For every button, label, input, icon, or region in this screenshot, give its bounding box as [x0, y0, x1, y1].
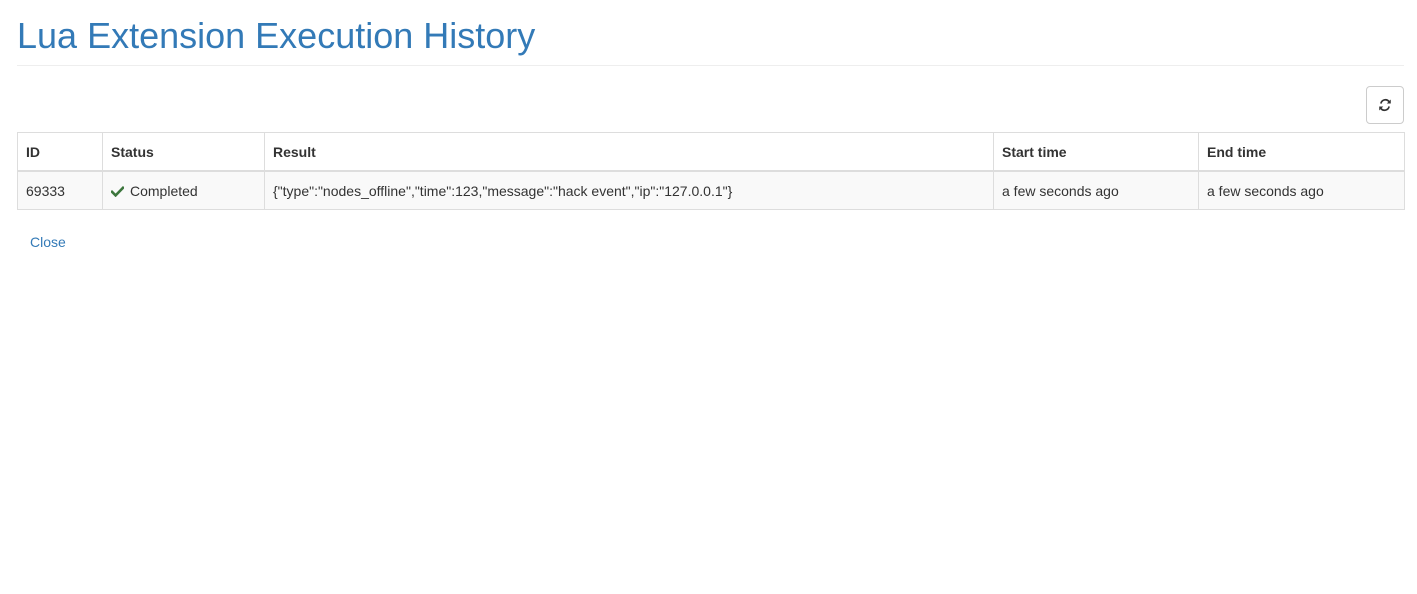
column-header-end-time: End time — [1198, 132, 1405, 172]
column-header-result: Result — [264, 132, 994, 172]
cell-result: {"type":"nodes_offline","time":123,"mess… — [264, 170, 994, 210]
cell-status: Completed — [102, 170, 265, 210]
column-header-start-time: Start time — [993, 132, 1199, 172]
table-row: 69333 Completed {"type":"nodes_offline",… — [17, 170, 1405, 210]
page-header: Lua Extension Execution History — [17, 0, 1404, 66]
execution-history-table: ID Status Result Start time End time 693… — [17, 132, 1405, 210]
cell-end-time: a few seconds ago — [1198, 170, 1405, 210]
cell-start-time: a few seconds ago — [993, 170, 1199, 210]
page-title: Lua Extension Execution History — [17, 15, 536, 56]
table-header-row: ID Status Result Start time End time — [17, 132, 1405, 172]
column-header-status: Status — [102, 132, 265, 172]
refresh-icon — [1378, 98, 1392, 112]
refresh-button[interactable] — [1366, 86, 1404, 124]
close-link[interactable]: Close — [30, 234, 66, 250]
check-icon — [111, 185, 124, 197]
toolbar — [17, 66, 1404, 132]
status-label: Completed — [130, 182, 198, 199]
page: Lua Extension Execution History ID Statu… — [0, 0, 1417, 594]
cell-id: 69333 — [17, 170, 103, 210]
column-header-id: ID — [17, 132, 103, 172]
